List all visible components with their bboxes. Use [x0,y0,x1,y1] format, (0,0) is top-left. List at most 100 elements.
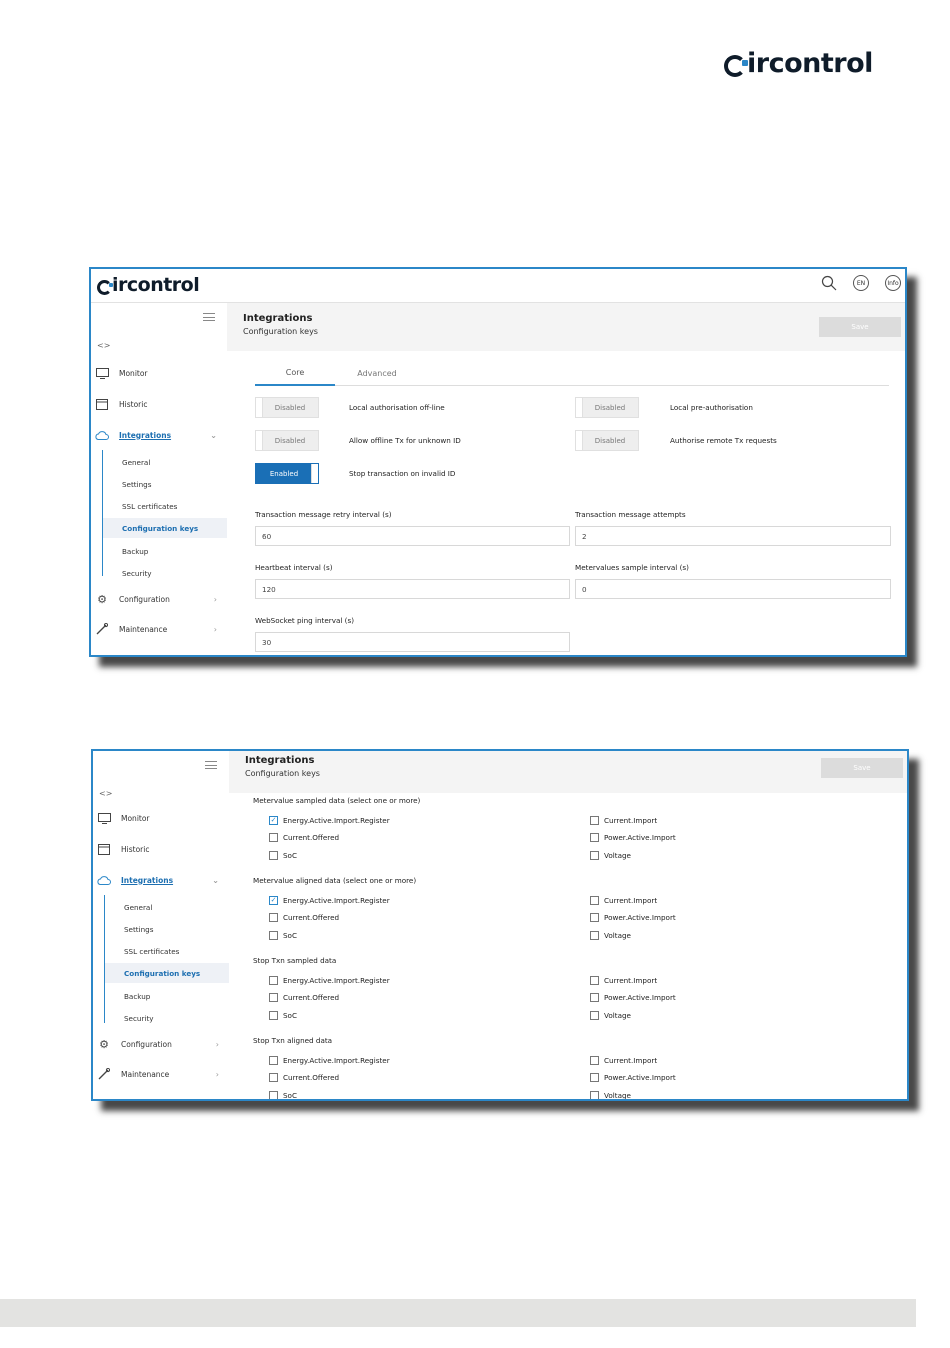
checkbox-unchecked[interactable] [590,1091,599,1099]
subitem-ssl-certificates[interactable]: SSL certificates [105,941,229,961]
checkbox-option[interactable]: Energy.Active.Import.Register [269,976,390,985]
subitem-security[interactable]: Security [105,1008,229,1028]
sidebar-item-configuration[interactable]: ⚙ Configuration › [97,1033,223,1055]
subitem-backup[interactable]: Backup [105,986,229,1006]
checkbox-option[interactable]: Power.Active.Import [590,833,676,842]
checkbox-option[interactable]: Current.Offered [269,833,339,842]
checkbox-option[interactable]: Power.Active.Import [590,1073,676,1082]
sidebar-item-integrations[interactable]: Integrations ⌄ [95,424,221,446]
checkbox-checked[interactable]: ✓ [269,816,278,825]
checkbox-unchecked[interactable] [590,993,599,1002]
checkbox-option[interactable]: Voltage [590,931,631,940]
sidebar-item-monitor[interactable]: Monitor [95,362,221,384]
checkbox-unchecked[interactable] [269,851,278,860]
subitem-settings[interactable]: Settings [103,474,227,494]
checkbox-option[interactable]: Current.Import [590,1056,657,1065]
collapse-toggle[interactable]: <> [97,341,110,350]
checkbox-option[interactable]: Voltage [590,1011,631,1020]
checkbox-unchecked[interactable] [269,931,278,940]
sidebar-item-monitor[interactable]: Monitor [97,807,223,829]
checkbox-label: SoC [283,851,297,860]
checkbox-option[interactable]: ✓ Energy.Active.Import.Register [269,896,390,905]
metervalues-interval-input[interactable]: 0 [575,579,891,599]
checkbox-unchecked[interactable] [590,976,599,985]
checkbox-unchecked[interactable] [269,833,278,842]
checkbox-option[interactable]: Power.Active.Import [590,993,676,1002]
app-logo[interactable]: ircontrol [97,274,200,296]
checkbox-unchecked[interactable] [590,896,599,905]
sidebar-item-historic[interactable]: Historic [95,393,221,415]
toggle-stop-tx-invalid-id[interactable]: Enabled [255,463,319,484]
save-button[interactable]: Save [821,758,903,778]
sidebar-item-integrations[interactable]: Integrations ⌄ [97,869,223,891]
sidebar-item-configuration[interactable]: ⚙ Configuration › [95,588,221,610]
toggle-local-auth-offline[interactable]: Disabled [255,397,319,418]
subitem-backup[interactable]: Backup [103,541,227,561]
checkbox-option[interactable]: Current.Import [590,976,657,985]
checkbox-unchecked[interactable] [590,816,599,825]
language-selector[interactable]: EN [853,275,869,291]
toggle-allow-offline-tx[interactable]: Disabled [255,430,319,451]
cloud-icon [95,429,109,441]
checkbox-option[interactable]: ✓ Energy.Active.Import.Register [269,816,390,825]
menu-icon[interactable] [203,313,215,321]
save-button[interactable]: Save [819,317,901,337]
toggle-authorise-remote-tx[interactable]: Disabled [575,430,639,451]
subitem-general[interactable]: General [105,897,229,917]
tab-core[interactable]: Core [255,361,335,386]
checkbox-option[interactable]: Voltage [590,851,631,860]
tab-advanced[interactable]: Advanced [337,361,417,386]
checkbox-unchecked[interactable] [590,833,599,842]
subitem-settings[interactable]: Settings [105,919,229,939]
checkbox-unchecked[interactable] [590,1073,599,1082]
websocket-ping-input[interactable]: 30 [255,632,570,652]
subitem-general[interactable]: General [103,452,227,472]
sidebar-item-historic[interactable]: Historic [97,838,223,860]
checkbox-unchecked[interactable] [590,931,599,940]
checkbox-checked[interactable]: ✓ [269,896,278,905]
checkbox-option[interactable]: SoC [269,1091,297,1099]
checkbox-unchecked[interactable] [269,1091,278,1099]
monitor-icon [97,812,111,824]
collapse-toggle[interactable]: <> [99,789,112,798]
search-icon[interactable] [821,275,837,291]
sidebar-item-maintenance[interactable]: Maintenance › [97,1063,223,1085]
checkbox-unchecked[interactable] [590,1011,599,1020]
heartbeat-interval-input[interactable]: 120 [255,579,570,599]
subitem-configuration-keys[interactable]: Configuration keys [105,963,229,983]
checkbox-option[interactable]: Current.Offered [269,1073,339,1082]
subitem-configuration-keys[interactable]: Configuration keys [103,518,227,538]
checkbox-unchecked[interactable] [269,976,278,985]
checkbox-option[interactable]: Current.Offered [269,993,339,1002]
checkbox-unchecked[interactable] [590,851,599,860]
wrench-icon [95,623,109,635]
checkbox-option[interactable]: SoC [269,1011,297,1020]
checkbox-option[interactable]: Energy.Active.Import.Register [269,1056,390,1065]
info-button[interactable]: Info [885,275,901,291]
checkbox-label: Energy.Active.Import.Register [283,896,390,905]
checkbox-option[interactable]: SoC [269,851,297,860]
checkbox-unchecked[interactable] [269,1073,278,1082]
message-attempts-input[interactable]: 2 [575,526,891,546]
checkbox-option[interactable]: Voltage [590,1091,631,1099]
content-area: Metervalue sampled data (select one or m… [229,793,907,1099]
retry-interval-input[interactable]: 60 [255,526,570,546]
checkbox-unchecked[interactable] [590,913,599,922]
checkbox-option[interactable]: Current.Import [590,816,657,825]
checkbox-option[interactable]: Power.Active.Import [590,913,676,922]
checkbox-option[interactable]: Current.Offered [269,913,339,922]
toggle-local-pre-auth[interactable]: Disabled [575,397,639,418]
subitem-security[interactable]: Security [103,563,227,583]
checkbox-option[interactable]: SoC [269,931,297,940]
checkbox-group-label: Metervalue aligned data (select one or m… [253,876,417,885]
field-label: WebSocket ping interval (s) [255,616,355,625]
menu-icon[interactable] [205,761,217,769]
subitem-ssl-certificates[interactable]: SSL certificates [103,496,227,516]
checkbox-unchecked[interactable] [269,993,278,1002]
checkbox-option[interactable]: Current.Import [590,896,657,905]
checkbox-unchecked[interactable] [269,1011,278,1020]
checkbox-unchecked[interactable] [269,913,278,922]
sidebar-item-maintenance[interactable]: Maintenance › [95,618,221,640]
checkbox-unchecked[interactable] [269,1056,278,1065]
checkbox-unchecked[interactable] [590,1056,599,1065]
